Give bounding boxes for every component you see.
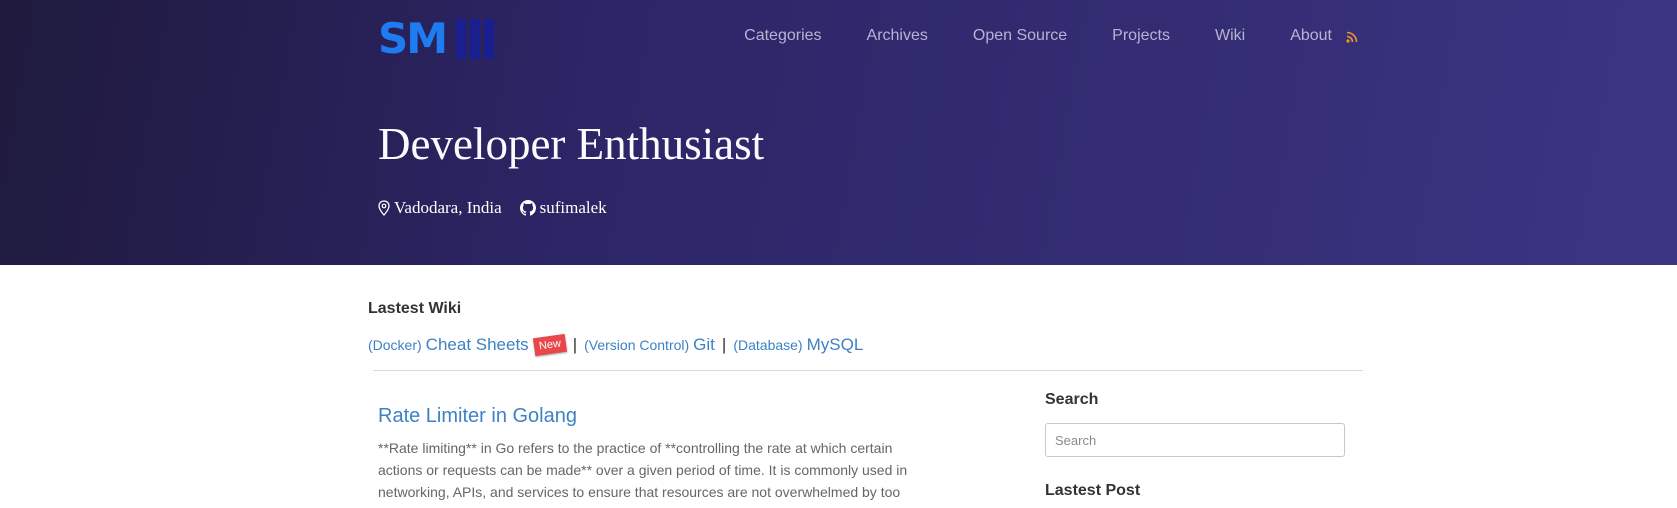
main-nav: Categories Archives Open Source Projects…	[699, 27, 1358, 45]
github-username: sufimalek	[539, 198, 607, 217]
wiki-category[interactable]: (Version Control)	[584, 337, 689, 353]
section-divider	[373, 370, 1363, 371]
nav-wiki[interactable]: Wiki	[1215, 27, 1245, 45]
logo-bars	[456, 19, 495, 59]
nav-open-source[interactable]: Open Source	[973, 27, 1067, 45]
site-logo[interactable]: SM	[378, 14, 495, 63]
location-text: Vadodara, India	[394, 198, 502, 217]
rss-icon[interactable]	[1346, 30, 1358, 43]
wiki-category[interactable]: (Database)	[733, 337, 802, 353]
separator: |	[721, 335, 727, 354]
github-icon	[519, 200, 536, 216]
location: Vadodara, India	[378, 198, 502, 218]
latest-wiki-heading: Lastest Wiki	[368, 300, 462, 317]
wiki-link-mysql[interactable]: MySQL	[807, 335, 864, 355]
nav-about[interactable]: About	[1290, 27, 1332, 45]
page-title: Developer Enthusiast	[378, 119, 765, 169]
nav-categories[interactable]: Categories	[744, 27, 821, 45]
latest-post-heading: Lastest Post	[1045, 482, 1141, 499]
new-badge: New	[532, 333, 567, 357]
search-heading: Search	[1045, 391, 1099, 408]
separator: |	[572, 335, 578, 354]
wiki-link-git[interactable]: Git	[693, 335, 715, 355]
post-excerpt: **Rate limiting** in Go refers to the pr…	[378, 440, 908, 500]
nav-projects[interactable]: Projects	[1112, 27, 1170, 45]
location-pin-icon	[378, 200, 390, 216]
wiki-list: (Docker) Cheat Sheets New | (Version Con…	[368, 333, 864, 357]
hero-banner: SM Categories Archives Open Source Proje…	[0, 0, 1677, 265]
profile-meta: Vadodara, India sufimalek	[378, 198, 625, 218]
logo-text: SM	[378, 14, 448, 63]
search-input[interactable]	[1045, 423, 1345, 457]
nav-archives[interactable]: Archives	[867, 27, 928, 45]
post-title-link[interactable]: Rate Limiter in Golang	[378, 405, 577, 428]
wiki-category[interactable]: (Docker)	[368, 337, 422, 353]
wiki-link-cheat-sheets[interactable]: Cheat Sheets	[426, 335, 529, 355]
github-link[interactable]: sufimalek	[519, 198, 607, 218]
